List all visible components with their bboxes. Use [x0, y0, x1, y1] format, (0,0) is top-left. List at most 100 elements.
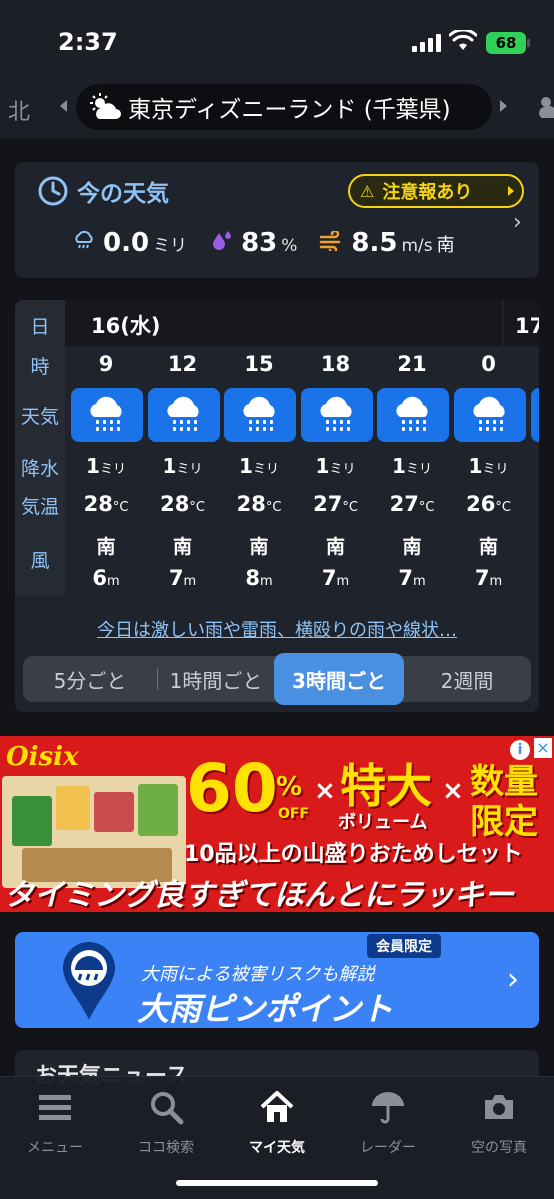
tab-search[interactable]: ココ検索: [111, 1085, 221, 1165]
weather-news-link[interactable]: 今日は激しい雨や雷雨、横殴りの雨や線状…: [15, 616, 539, 642]
label-day: 日: [30, 316, 50, 338]
tab-sky-photos[interactable]: 空の写真: [444, 1085, 554, 1165]
precip-amount: 1: [315, 454, 330, 478]
wind-speed-unit: m: [412, 574, 426, 589]
temp-unit: °C: [495, 500, 511, 515]
location-name: 東京ディズニーランド (千葉県): [128, 97, 451, 123]
tab-menu[interactable]: メニュー: [0, 1085, 110, 1165]
rain-banner-title: 大雨ピンポイント: [137, 990, 394, 1028]
interval-2week-tab[interactable]: 2週間: [404, 656, 530, 702]
forecast-precip: 1ミリ: [299, 454, 373, 478]
wifi-icon: [449, 30, 477, 50]
rain-icon: [243, 396, 275, 431]
forecast-wind-dir: 南: [172, 536, 192, 558]
temp-unit: °C: [418, 500, 435, 515]
current-stats: 0.0 ミリ 83 % 8.5 m/s 南: [73, 228, 455, 258]
precip-unit: ミリ: [482, 462, 509, 477]
forecast-wind-speed: 7m: [146, 566, 220, 590]
wind-speed-value: 7: [168, 566, 184, 590]
precip-amount: 1: [86, 454, 100, 478]
ad-banner[interactable]: Oisix 60 % OFF × 特大 ボリューム × 数量 限定 10品以上の…: [0, 736, 554, 912]
chevron-right-icon[interactable]: ›: [513, 210, 522, 235]
wind-speed-unit: m: [336, 574, 350, 589]
location-bar: 北 東京ディズニーランド (千葉県): [0, 80, 554, 138]
date-row: 16(水) 17(木): [65, 300, 539, 346]
humidity-value: 83: [241, 228, 278, 258]
precip-unit: ミリ: [176, 462, 203, 477]
ad-discount-value: 60: [186, 750, 278, 827]
forecast-wind-speed: 6m: [69, 566, 143, 590]
forecast-temp: 27°C: [375, 492, 449, 516]
temp-unit: °C: [112, 500, 129, 515]
rain-icon: [472, 396, 505, 431]
search-icon: [151, 1092, 184, 1125]
row-label-column: 日 時 天気 降水 気温 風: [15, 300, 65, 597]
alert-button[interactable]: ⚠ 注意報あり: [348, 174, 524, 208]
forecast-wind-speed: 8m: [222, 566, 296, 590]
weather-tile: [224, 388, 296, 442]
wind-speed-unit: m: [106, 574, 120, 589]
ad-volume: ボリューム: [338, 812, 428, 833]
ad-tagline: タイミング良すぎてほんとにラッキー: [4, 878, 514, 912]
wind-speed-value: 7: [398, 566, 413, 590]
date-label: 17(木): [515, 314, 539, 338]
ad-close-icon[interactable]: ×: [534, 738, 552, 758]
rain-cloud-icon: [75, 230, 93, 249]
forecast-column: 18 1ミリ 27°C 南 7m: [299, 346, 373, 597]
rain-icon: [90, 396, 122, 431]
location-selector[interactable]: 東京ディズニーランド (千葉県): [76, 84, 492, 130]
alert-label: 注意報あり: [382, 182, 473, 203]
forecast-hour: 15: [244, 352, 274, 376]
temp-unit: °C: [342, 500, 358, 515]
heavy-rain-banner[interactable]: 会員限定 大雨による被害リスクも解説 大雨ピンポイント ›: [15, 932, 539, 1028]
label-temp: 気温: [20, 496, 59, 518]
current-weather-card[interactable]: 今の天気 ⚠ 注意報あり › 0.0 ミリ 83 % 8.5 m/s 南: [15, 162, 539, 278]
forecast-table[interactable]: 日 時 天気 降水 気温 風 16(水) 17(木) 91ミリ28°C南6m12…: [15, 300, 539, 597]
rain-icon: [166, 396, 199, 431]
interval-1hour-tab[interactable]: 1時間ごと: [158, 656, 274, 702]
tab-my-weather[interactable]: マイ天気: [222, 1085, 332, 1165]
interval-5min-tab[interactable]: 5分ごと: [23, 656, 157, 702]
label-precip: 降水: [20, 458, 59, 480]
prev-arrow-icon[interactable]: [60, 100, 67, 112]
tab-radar[interactable]: レーダー: [333, 1085, 443, 1165]
next-location-sun-icon[interactable]: [532, 92, 554, 120]
forecast-card: 日 時 天気 降水 気温 風 16(水) 17(木) 91ミリ28°C南6m12…: [15, 300, 539, 712]
precip-amount: 1: [468, 454, 483, 478]
forecast-column: 0 1ミリ 26°C 南 7m: [452, 346, 526, 597]
precip-value: 0.0: [103, 228, 150, 258]
interval-segmented-control: 5分ごと 1時間ごと 3時間ごと 2週間: [23, 653, 531, 705]
wind-value: 8.5: [351, 228, 398, 258]
wind-speed-unit: m: [259, 574, 273, 589]
tab-label: レーダー: [360, 1140, 416, 1156]
forecast-wind-dir: 南: [96, 536, 116, 558]
forecast-precip: 1ミリ: [375, 454, 449, 478]
forecast-wind-dir: 南: [325, 536, 345, 558]
temp-value: 28: [160, 492, 190, 516]
interval-3hour-tab[interactable]: 3時間ごと: [274, 653, 404, 705]
menu-icon: [39, 1095, 71, 1120]
chevron-right-icon: ›: [507, 962, 519, 997]
forecast-wind-dir: 南: [249, 536, 269, 558]
temp-value: 26: [466, 492, 496, 516]
forecast-column: 15 1ミリ 28°C 南 8m: [222, 346, 296, 597]
forecast-hour: 21: [397, 352, 427, 376]
battery-level: 68: [495, 34, 517, 52]
wind-speed-value: 7: [321, 566, 337, 590]
ad-discount-sign: %: [276, 772, 303, 802]
temp-value: 28: [236, 492, 266, 516]
wind-speed-unit: m: [489, 574, 503, 589]
prev-location-label[interactable]: 北: [8, 94, 30, 126]
precip-unit: ミリ: [153, 236, 188, 256]
umbrella-icon: [372, 1092, 404, 1124]
weather-tile: [377, 388, 449, 442]
temp-unit: °C: [265, 500, 282, 515]
forecast-temp: 26°C: [452, 492, 526, 516]
next-arrow-icon[interactable]: [500, 100, 507, 112]
label-hour: 時: [30, 356, 50, 378]
ad-info-icon[interactable]: i: [510, 740, 530, 760]
home-indicator[interactable]: [176, 1180, 378, 1186]
wind-icon: [320, 231, 341, 251]
precip-amount: 1: [162, 454, 177, 478]
camera-icon: [485, 1095, 513, 1119]
